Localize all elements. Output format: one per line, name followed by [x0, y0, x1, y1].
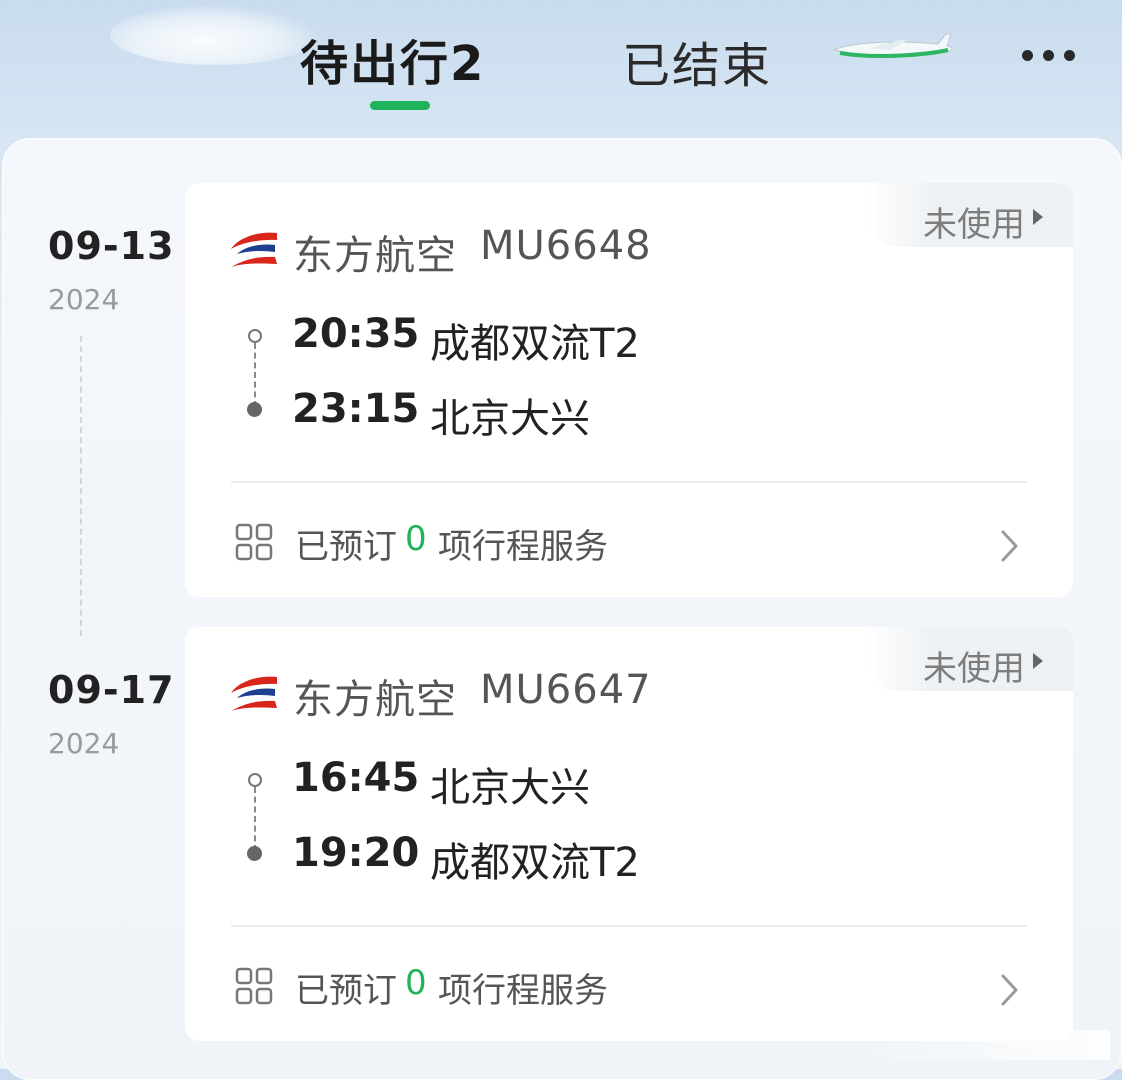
departure-dot-icon	[248, 329, 262, 343]
tab-upcoming[interactable]: 待出行2	[300, 24, 485, 94]
status-label: 未使用	[923, 205, 1025, 245]
status-label: 未使用	[923, 649, 1025, 689]
service-count: 0	[405, 519, 427, 559]
route-line	[254, 343, 256, 407]
active-tab-indicator	[370, 101, 430, 110]
arrival-dot-icon	[247, 402, 262, 417]
airline-name: 东方航空	[293, 233, 457, 279]
tab-ended[interactable]: 已结束	[622, 26, 772, 96]
china-eastern-logo-icon	[231, 232, 277, 267]
departure-time: 16:45	[292, 755, 420, 801]
grid-icon	[235, 523, 273, 561]
chevron-right-icon[interactable]	[1000, 973, 1020, 1007]
departure-airport: 北京大兴	[430, 765, 590, 811]
flight-card[interactable]: 未使用 东方航空 MU6647 16:45 北京大兴 19:20 成都双流T2 …	[185, 627, 1073, 1041]
more-icon	[1022, 50, 1033, 61]
trip-year: 2024	[48, 283, 120, 316]
play-arrow-icon	[1033, 209, 1043, 225]
flight-number: MU6647	[480, 667, 652, 713]
arrival-dot-icon	[247, 846, 262, 861]
flight-card[interactable]: 未使用 东方航空 MU6648 20:35 成都双流T2 23:15 北京大兴 …	[185, 183, 1073, 597]
service-booked-label: 已预订	[295, 971, 397, 1011]
grid-icon	[235, 967, 273, 1005]
china-eastern-logo-icon	[231, 676, 277, 711]
trip-date: 09-13	[48, 224, 175, 268]
service-booked-label: 已预订	[295, 527, 397, 567]
route-line	[254, 787, 256, 851]
departure-airport: 成都双流T2	[430, 321, 640, 367]
departure-time: 20:35	[292, 311, 420, 357]
service-label: 项行程服务	[438, 971, 608, 1011]
arrival-time: 23:15	[292, 386, 420, 432]
watermark-fade	[860, 1030, 1110, 1060]
airplane-icon	[832, 33, 953, 59]
status-badge[interactable]: 未使用	[868, 627, 1073, 691]
trip-date: 09-17	[48, 668, 175, 712]
divider	[231, 481, 1027, 483]
date-timeline	[80, 336, 82, 636]
arrival-airport: 北京大兴	[430, 396, 590, 442]
arrival-time: 19:20	[292, 830, 420, 876]
airline-name: 东方航空	[293, 677, 457, 723]
divider	[231, 925, 1027, 927]
trip-year: 2024	[48, 727, 120, 760]
arrival-airport: 成都双流T2	[430, 840, 640, 886]
departure-dot-icon	[248, 773, 262, 787]
chevron-right-icon[interactable]	[1000, 529, 1020, 563]
trip-tabs: 待出行2 已结束	[0, 0, 1122, 130]
more-button[interactable]	[1020, 46, 1080, 66]
play-arrow-icon	[1033, 653, 1043, 669]
service-label: 项行程服务	[438, 527, 608, 567]
flight-number: MU6648	[480, 223, 652, 269]
service-count: 0	[405, 963, 427, 1003]
status-badge[interactable]: 未使用	[868, 183, 1073, 247]
